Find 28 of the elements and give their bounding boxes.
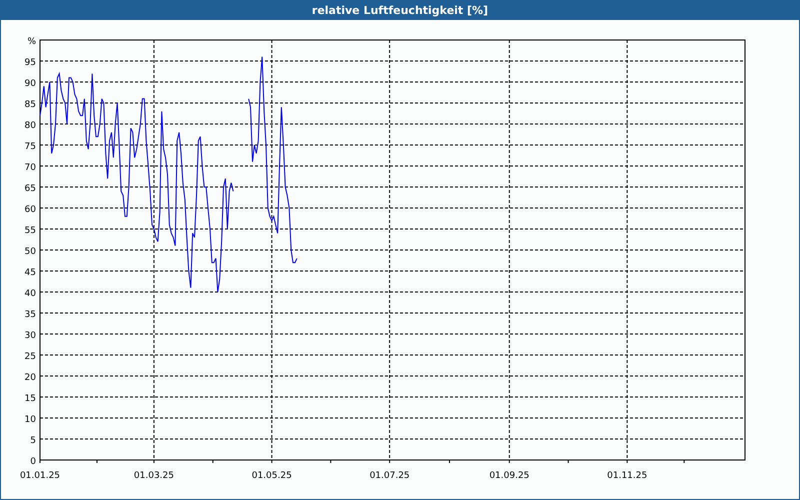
y-axis-label: 60 <box>24 205 36 215</box>
x-axis-label: 01.03.25 <box>134 471 174 481</box>
y-axis-label: 55 <box>24 226 36 236</box>
y-axis-label: 10 <box>24 415 36 425</box>
y-axis-label: 95 <box>24 58 36 68</box>
x-axis-label: 01.09.25 <box>489 471 530 481</box>
y-axis-label: 70 <box>24 163 36 173</box>
x-axis-label: 01.01.25 <box>20 471 60 481</box>
y-axis-label: 45 <box>24 268 36 278</box>
chart-title: relative Luftfeuchtigkeit [%] <box>0 0 800 20</box>
x-axis-label: 01.07.25 <box>370 471 410 481</box>
y-axis-label: 20 <box>24 373 36 383</box>
y-axis-label: 75 <box>24 142 36 152</box>
y-axis-label: 85 <box>24 100 36 110</box>
y-axis-label: % <box>27 37 36 47</box>
x-axis-label: 01.11.25 <box>607 471 648 481</box>
y-axis-label: 35 <box>24 310 36 320</box>
y-axis-label: 0 <box>30 457 36 467</box>
y-axis-label: 50 <box>24 247 36 257</box>
y-axis-label: 80 <box>24 121 36 131</box>
y-axis-label: 65 <box>24 184 36 194</box>
y-axis-label: 30 <box>24 331 36 341</box>
y-axis-label: 5 <box>30 436 36 446</box>
y-axis-label: 25 <box>24 352 36 362</box>
x-axis-label: 01.05.25 <box>252 471 292 481</box>
y-axis-label: 40 <box>24 289 36 299</box>
y-axis-label: 90 <box>24 79 36 89</box>
y-axis-label: 15 <box>24 394 36 404</box>
